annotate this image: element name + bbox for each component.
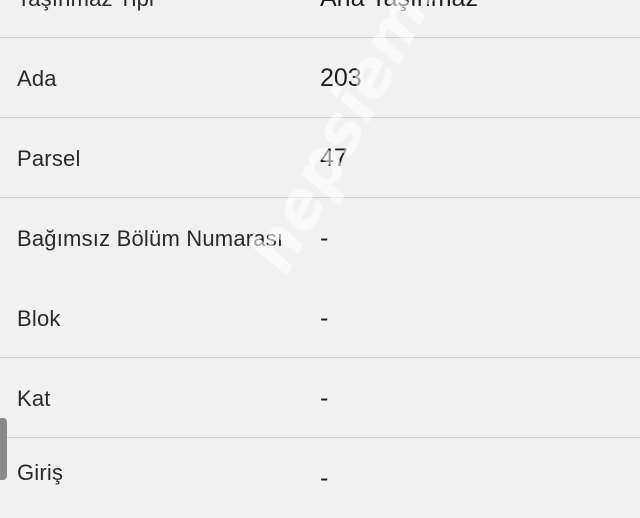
bagimsiz-bolum-numarasi-label: Bağımsız Bölüm Numarası <box>17 226 284 251</box>
tasinmaz-tipi-value: Ana Taşınmaz <box>320 0 478 13</box>
bagimsiz-bolum-numarasi-value: - <box>320 224 329 252</box>
kat-value: - <box>320 384 329 412</box>
row-giris: Giriş - <box>0 438 640 518</box>
row-ada: Ada 203 <box>0 38 640 118</box>
scroll-handle[interactable] <box>0 418 7 480</box>
parsel-label: Parsel <box>17 146 81 171</box>
kat-label: Kat <box>17 386 51 411</box>
giris-value: - <box>320 464 329 492</box>
blok-label: Blok <box>17 306 61 331</box>
row-tasinmaz-tipi: Taşınmaz Tipi Ana Taşınmaz <box>0 0 640 38</box>
row-parsel: Parsel 47 <box>0 118 640 198</box>
ada-value: 203 <box>320 64 362 92</box>
parsel-value: 47 <box>320 144 348 172</box>
blok-value: - <box>320 304 329 332</box>
row-blok: Blok - <box>0 278 640 358</box>
giris-label: Giriş <box>17 460 64 485</box>
row-bagimsiz-bolum-numarasi: Bağımsız Bölüm Numarası - <box>0 198 640 278</box>
tasinmaz-tipi-label: Taşınmaz Tipi <box>17 0 154 12</box>
row-kat: Kat - <box>0 358 640 438</box>
ada-label: Ada <box>17 66 57 91</box>
